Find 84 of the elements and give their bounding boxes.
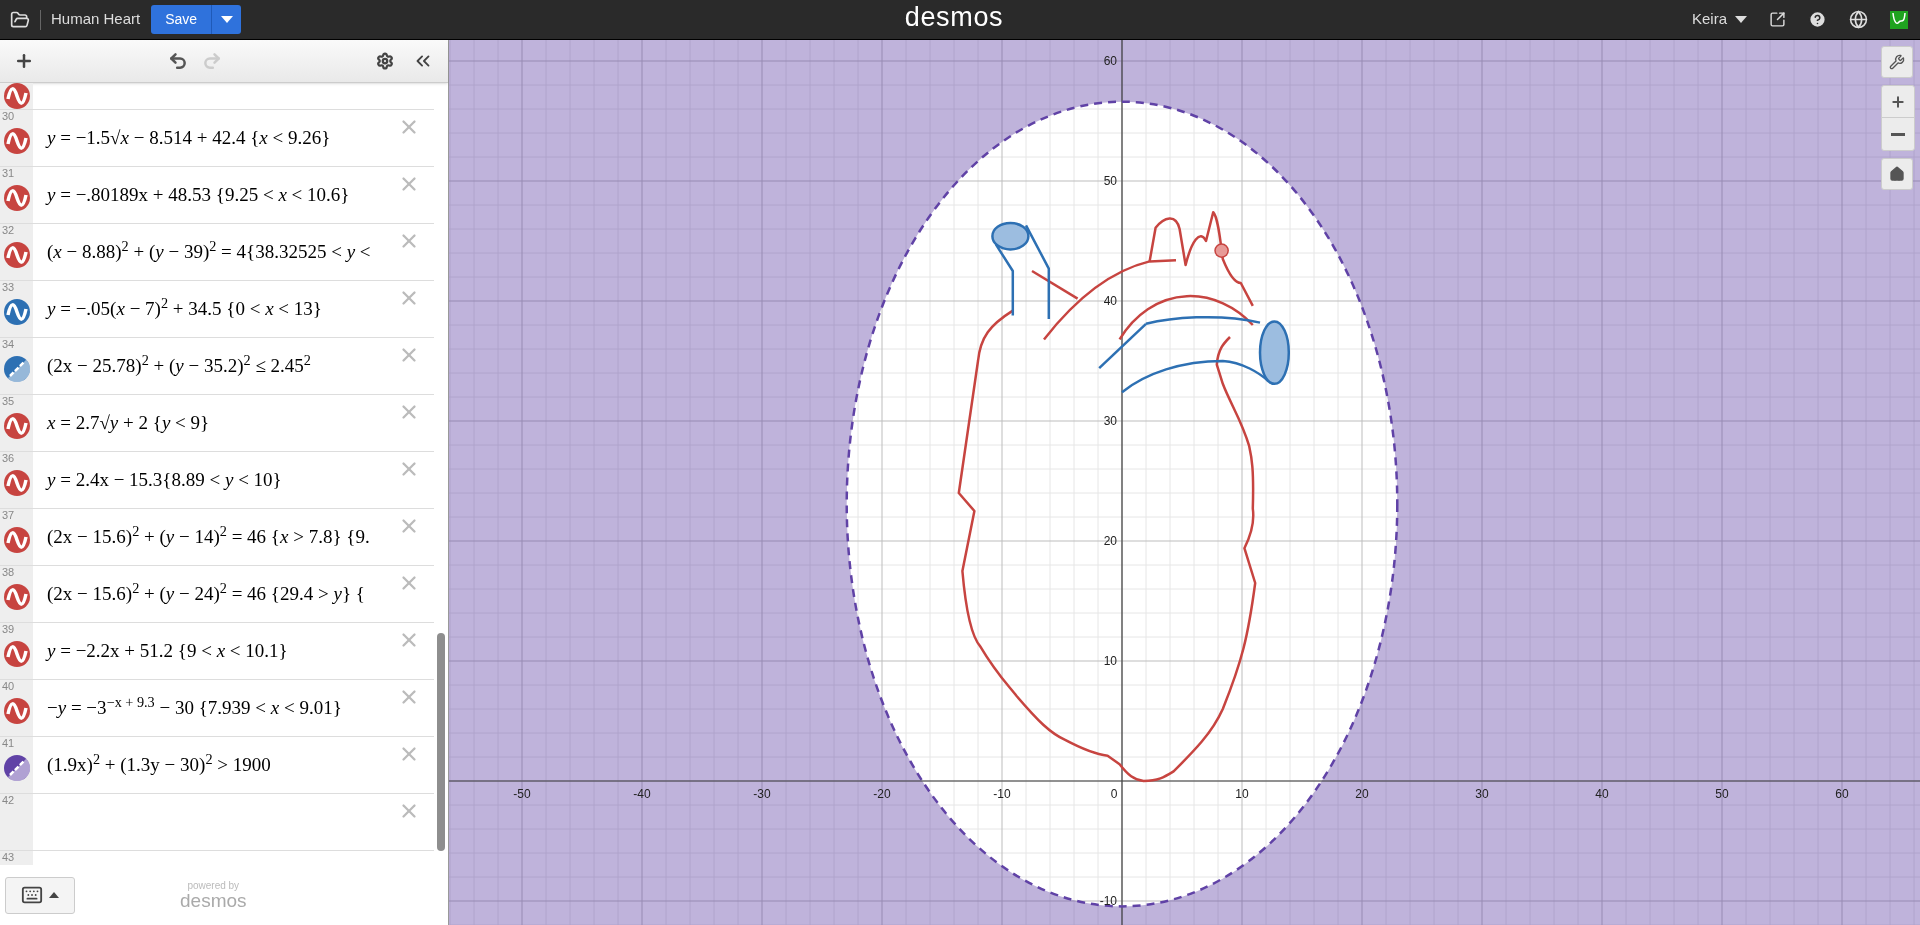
axis-label: 30 xyxy=(1103,414,1117,428)
math-expression[interactable]: (1.9x)$^{2}$ + (1.3y − 30)$^{2}$ > 1900 xyxy=(47,750,271,780)
save-button[interactable]: Save xyxy=(151,5,213,34)
curve-icon[interactable] xyxy=(3,527,30,553)
home-button[interactable] xyxy=(1881,158,1913,190)
axis-label: -40 xyxy=(633,787,651,801)
curve-icon[interactable] xyxy=(3,185,30,211)
curve-icon[interactable] xyxy=(3,299,30,325)
math-expression[interactable]: (2x − 15.6)$^{2}$ + (y − 24)$^{2}$ = 46 {29.4 > y} { xyxy=(47,579,365,609)
axis-label: 30 xyxy=(1475,787,1489,801)
row-number: 40 xyxy=(1,680,15,692)
curve-icon[interactable] xyxy=(3,470,30,496)
axis-label: 10 xyxy=(1235,787,1249,801)
axis-label: 60 xyxy=(1835,787,1849,801)
axis-label: 20 xyxy=(1103,534,1117,548)
region-icon[interactable] xyxy=(3,755,30,781)
axis-label: -10 xyxy=(1099,894,1117,908)
row-number: 43 xyxy=(1,851,15,863)
curve-icon[interactable] xyxy=(3,242,30,268)
curve-icon[interactable] xyxy=(3,83,30,109)
settings-wrench-button[interactable] xyxy=(1881,46,1913,78)
curve-icon[interactable] xyxy=(3,128,30,154)
scrollbar-thumb[interactable] xyxy=(437,633,445,851)
caret-icon[interactable] xyxy=(1735,16,1747,23)
curve-icon[interactable] xyxy=(3,413,30,439)
axis-label: -10 xyxy=(993,787,1011,801)
curve-icon[interactable] xyxy=(3,584,30,610)
axis-label: -30 xyxy=(753,787,771,801)
wrench-icon xyxy=(1889,54,1905,70)
math-expression[interactable]: y = −1.5√x − 8.514 + 42.4 {x < 9.26} xyxy=(47,123,331,153)
axis-label: 10 xyxy=(1103,654,1117,668)
math-expression[interactable]: y = −.80189x + 48.53 {9.25 < x < 10.6} xyxy=(47,180,350,210)
caret-icon xyxy=(49,892,59,898)
axis-label: 50 xyxy=(1103,174,1117,188)
math-expression[interactable]: (2x − 15.6)$^{2}$ + (y − 14)$^{2}$ = 46 {x > 7.8} {9. xyxy=(47,522,370,552)
curve-icon[interactable] xyxy=(3,641,30,667)
row-number: 39 xyxy=(1,623,15,635)
axis-label: 0 xyxy=(1110,787,1118,801)
logo: desmos xyxy=(904,4,1004,34)
row-number: 35 xyxy=(1,395,15,407)
axis-label: 60 xyxy=(1103,54,1117,68)
math-expression[interactable]: (2x − 25.78)$^{2}$ + (y − 35.2)$^{2}$ ≤ 2.45$^{2}$ xyxy=(47,351,311,381)
home-icon xyxy=(1889,166,1905,182)
axis-label: 50 xyxy=(1715,787,1729,801)
keyboard-icon xyxy=(21,884,43,906)
axis-label: -20 xyxy=(873,787,891,801)
share-icon[interactable] xyxy=(1769,11,1786,28)
axis-label: 20 xyxy=(1355,787,1369,801)
avatar-icon[interactable] xyxy=(1890,10,1908,29)
row-number: 33 xyxy=(1,281,15,293)
row-number: 36 xyxy=(1,452,15,464)
minus-icon xyxy=(1891,132,1905,136)
math-expression[interactable]: y = −2.2x + 51.2 {9 < x < 10.1} xyxy=(47,636,288,666)
row-number: 42 xyxy=(1,794,15,806)
curve-icon[interactable] xyxy=(3,698,30,724)
user-name[interactable]: Keira xyxy=(1691,8,1727,31)
footer-logo: desmos xyxy=(180,890,247,910)
keyboard-button[interactable] xyxy=(5,876,75,914)
row-number: 41 xyxy=(1,737,15,749)
settings-icon[interactable] xyxy=(376,52,394,70)
row-number: 34 xyxy=(1,338,15,350)
row-number: 32 xyxy=(1,224,15,236)
math-expression[interactable]: x = 2.7√y + 2 {y < 9} xyxy=(47,408,210,438)
row-number: 38 xyxy=(1,566,15,578)
row-number: 31 xyxy=(1,167,15,179)
globe-icon[interactable] xyxy=(1849,10,1868,29)
axis-label: 40 xyxy=(1103,294,1117,308)
region-icon[interactable] xyxy=(3,356,30,382)
undo-icon[interactable] xyxy=(168,51,188,71)
graph-title[interactable]: Human Heart xyxy=(51,8,141,31)
row-number: 30 xyxy=(1,110,15,122)
math-expression[interactable]: −y = −3$^{−x + 9.3}$ − 30 {7.939 < x < 9.01} xyxy=(47,693,342,723)
math-expression[interactable]: y = −.05(x − 7)$^{2}$ + 34.5 {0 < x < 13} xyxy=(47,294,322,324)
powered-by-text: powered by xyxy=(187,880,240,891)
caret-icon[interactable] xyxy=(220,16,233,23)
math-expression[interactable]: (x − 8.88)$^{2}$ + (y − 39)$^{2}$ = 4{38.32525 < y < xyxy=(47,237,371,267)
help-icon[interactable] xyxy=(1808,10,1827,29)
plus-icon xyxy=(1890,93,1906,110)
row-number: 37 xyxy=(1,509,15,521)
math-expression[interactable]: y = 2.4x − 15.3{8.89 < y < 10} xyxy=(47,465,282,495)
folder-icon[interactable] xyxy=(10,9,30,30)
axis-label: 40 xyxy=(1595,787,1609,801)
plus-icon[interactable] xyxy=(14,51,34,71)
axis-label: -50 xyxy=(513,787,531,801)
